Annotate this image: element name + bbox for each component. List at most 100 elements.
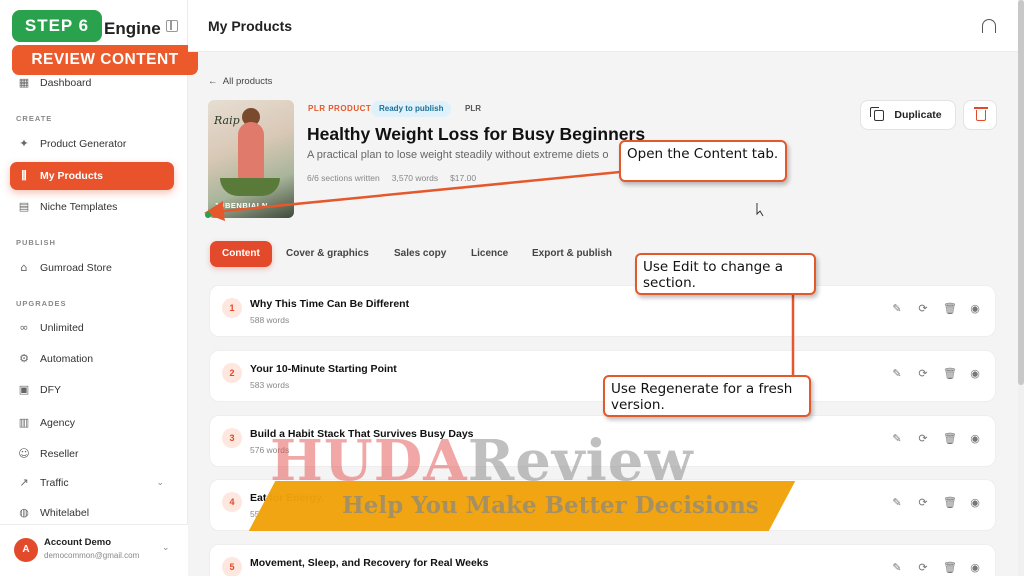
headset-icon[interactable] bbox=[982, 19, 996, 33]
callout-edit: Use Edit to change a section. bbox=[635, 253, 816, 295]
sidebar-item-reseller[interactable]: ☺ Reseller bbox=[10, 440, 174, 468]
section-number: 2 bbox=[222, 363, 242, 383]
tab-content[interactable]: Content bbox=[210, 241, 272, 267]
duplicate-label: Duplicate bbox=[894, 109, 942, 121]
chevron-down-icon: ⌄ bbox=[156, 478, 164, 488]
trash-icon[interactable]: 🗑 bbox=[943, 303, 957, 315]
copy-icon bbox=[870, 106, 885, 121]
eye-icon[interactable]: ◉ bbox=[969, 433, 981, 445]
step-title-badge: REVIEW CONTENT bbox=[12, 45, 198, 75]
trash-icon[interactable]: 🗑 bbox=[943, 497, 957, 509]
product-cover-image[interactable]: Raip JOBENBIALN bbox=[208, 100, 294, 218]
eye-icon[interactable]: ◉ bbox=[969, 368, 981, 380]
edit-pencil-icon[interactable]: ✎ bbox=[891, 368, 903, 380]
sidebar-item-label: Product Generator bbox=[40, 138, 127, 150]
account-email: democommon@gmail.com bbox=[44, 551, 140, 560]
sidebar-item-label: DFY bbox=[40, 384, 61, 396]
infinity-icon: ∞ bbox=[19, 321, 29, 334]
sidebar-item-label: Unlimited bbox=[40, 322, 84, 334]
trash-icon[interactable]: 🗑 bbox=[943, 368, 957, 380]
account-panel[interactable]: A Account Demo democommon@gmail.com ⌄ bbox=[0, 524, 188, 576]
duplicate-button[interactable]: Duplicate bbox=[860, 100, 956, 130]
tab-export-publish[interactable]: Export & publish bbox=[532, 241, 612, 267]
price: $17.00 bbox=[450, 173, 477, 183]
sidebar-item-label: My Products bbox=[40, 170, 104, 182]
section-title: Why This Time Can Be Different bbox=[250, 298, 410, 310]
edit-pencil-icon[interactable]: ✎ bbox=[891, 562, 903, 574]
tab-cover-graphics[interactable]: Cover & graphics bbox=[286, 241, 369, 267]
building-icon: ▥ bbox=[18, 416, 30, 429]
sidebar-item-label: Agency bbox=[40, 417, 76, 429]
section-title: Movement, Sleep, and Recovery for Real W… bbox=[250, 557, 489, 569]
eye-icon[interactable]: ◉ bbox=[969, 303, 981, 315]
edit-pencil-icon[interactable]: ✎ bbox=[891, 497, 903, 509]
sidebar-item-label: Whitelabel bbox=[40, 507, 90, 519]
cover-title-text: JOBENBIALN bbox=[214, 201, 268, 210]
scrollbar[interactable] bbox=[1018, 0, 1024, 576]
back-link-label: All products bbox=[222, 76, 273, 87]
regenerate-icon[interactable]: ⟳ bbox=[917, 433, 929, 445]
section-label-create: CREATE bbox=[16, 114, 53, 123]
trash-icon[interactable]: 🗑 bbox=[943, 433, 957, 445]
watermark-tagline: Help You Make Better Decisions bbox=[342, 492, 759, 519]
regenerate-icon[interactable]: ⟳ bbox=[917, 497, 929, 509]
brand-name: Engine bbox=[104, 19, 161, 38]
sidebar-item-agency[interactable]: ▥ Agency bbox=[10, 409, 174, 437]
chevron-down-icon[interactable]: ⌄ bbox=[162, 543, 170, 553]
cover-bowl bbox=[220, 178, 280, 196]
palette-icon: ◍ bbox=[19, 506, 29, 519]
sidebar-item-product-generator[interactable]: ✦ Product Generator bbox=[10, 130, 174, 158]
trash-icon bbox=[974, 107, 988, 121]
edit-pencil-icon[interactable]: ✎ bbox=[891, 303, 903, 315]
sidebar-collapse-icon[interactable] bbox=[166, 20, 178, 32]
section-title: Your 10-Minute Starting Point bbox=[250, 363, 397, 375]
sidebar-item-traffic[interactable]: ↗ Traffic ⌄ bbox=[10, 469, 174, 497]
product-type-tag: PLR PRODUCT bbox=[308, 104, 372, 113]
regenerate-icon[interactable]: ⟳ bbox=[917, 368, 929, 380]
step-badge: STEP 6 bbox=[12, 10, 102, 42]
section-word-count: 583 words bbox=[250, 380, 290, 390]
top-bar: My Products bbox=[188, 0, 1018, 52]
tab-sales-copy[interactable]: Sales copy bbox=[394, 241, 446, 267]
sidebar-item-automation[interactable]: ⚙ Automation bbox=[10, 345, 174, 373]
template-icon: ▤ bbox=[18, 200, 30, 213]
section-number: 1 bbox=[222, 298, 242, 318]
scrollbar-thumb[interactable] bbox=[1018, 0, 1024, 385]
word-count: 3,570 words bbox=[391, 173, 439, 183]
grid-icon: ▦ bbox=[18, 76, 30, 89]
eye-icon[interactable]: ◉ bbox=[969, 497, 981, 509]
sidebar-item-dfy[interactable]: ▣ DFY bbox=[10, 376, 174, 404]
sidebar-item-label: Reseller bbox=[40, 448, 79, 460]
regenerate-icon[interactable]: ⟳ bbox=[917, 303, 929, 315]
tab-bar: Content Cover & graphics Sales copy Lice… bbox=[206, 238, 996, 270]
sidebar-item-my-products[interactable]: ⫼ My Products bbox=[10, 162, 174, 190]
library-icon: ⫼ bbox=[21, 169, 27, 182]
sidebar-item-gumroad-store[interactable]: ⌂ Gumroad Store bbox=[10, 254, 174, 282]
package-icon: ▣ bbox=[18, 383, 30, 396]
callout-regenerate: Use Regenerate for a fresh version. bbox=[603, 375, 811, 417]
sections-written: 6/6 sections written bbox=[307, 173, 380, 183]
licence-tag: PLR bbox=[465, 104, 481, 113]
sidebar-item-whitelabel[interactable]: ◍ Whitelabel bbox=[10, 499, 174, 527]
back-link[interactable]: ← All products bbox=[208, 76, 272, 87]
tab-licence[interactable]: Licence bbox=[471, 241, 508, 267]
product-subtitle: A practical plan to lose weight steadily… bbox=[307, 149, 609, 161]
trash-icon[interactable]: 🗑 bbox=[943, 562, 957, 574]
sidebar-item-niche-templates[interactable]: ▤ Niche Templates bbox=[10, 193, 174, 221]
section-row[interactable]: 1 Why This Time Can Be Different 588 wor… bbox=[209, 285, 996, 337]
store-icon: ⌂ bbox=[20, 261, 28, 274]
sidebar-item-label: Automation bbox=[40, 353, 94, 365]
avatar: A bbox=[14, 538, 38, 562]
sparkle-icon: ✦ bbox=[19, 137, 29, 150]
sidebar: Engine ▦ Dashboard CREATE ✦ Product Gene… bbox=[0, 0, 188, 576]
delete-button[interactable] bbox=[963, 100, 997, 130]
section-number: 4 bbox=[222, 492, 242, 512]
regenerate-icon[interactable]: ⟳ bbox=[917, 562, 929, 574]
edit-pencil-icon[interactable]: ✎ bbox=[891, 433, 903, 445]
section-number: 5 bbox=[222, 557, 242, 576]
eye-icon[interactable]: ◉ bbox=[969, 562, 981, 574]
section-row[interactable]: 5 Movement, Sleep, and Recovery for Real… bbox=[209, 544, 996, 576]
sidebar-item-unlimited[interactable]: ∞ Unlimited bbox=[10, 314, 174, 342]
sidebar-item-label: Gumroad Store bbox=[40, 262, 112, 274]
section-label-publish: PUBLISH bbox=[16, 238, 56, 247]
